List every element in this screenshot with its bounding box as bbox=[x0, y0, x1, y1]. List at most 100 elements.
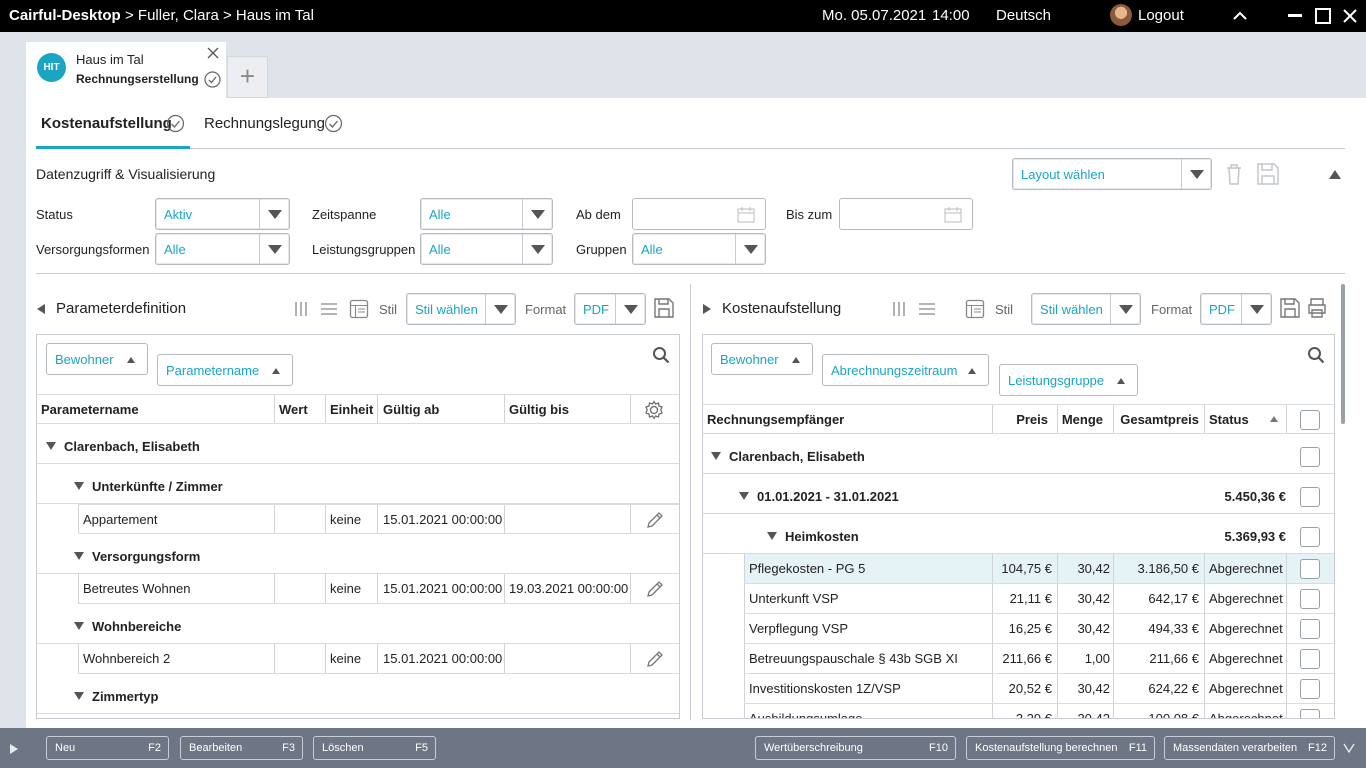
new-button[interactable]: Neu F2 bbox=[46, 736, 169, 760]
left-stil-select[interactable]: Stil wählen bbox=[406, 293, 516, 325]
column-header-wert[interactable]: Wert bbox=[279, 395, 308, 423]
row-checkbox[interactable] bbox=[1300, 487, 1320, 507]
expand-caret-icon[interactable] bbox=[739, 492, 749, 500]
column-header-parametername[interactable]: Parametername bbox=[41, 395, 139, 423]
table-row[interactable]: Betreuungspauschale § 43b SGB XI 211,66 €… bbox=[744, 644, 1334, 674]
table-row[interactable]: Pflegekosten - PG 5 104,75 € 30,42 3.186,50… bbox=[744, 554, 1334, 584]
style-layout-icon[interactable] bbox=[349, 299, 369, 319]
calculate-costs-button[interactable]: Kostenaufstellung berechnen F11 bbox=[966, 736, 1155, 760]
row-checkbox[interactable] bbox=[1300, 709, 1320, 718]
group-row-resident[interactable]: Clarenbach, Elisabeth bbox=[37, 429, 679, 464]
column-header-einheit[interactable]: Einheit bbox=[330, 395, 373, 423]
edit-button[interactable]: Bearbeiten F3 bbox=[180, 736, 303, 760]
collapse-left-icon[interactable] bbox=[36, 303, 46, 315]
status-select[interactable]: Aktiv bbox=[155, 198, 290, 230]
expand-right-icon[interactable] bbox=[702, 303, 712, 315]
table-row[interactable]: Ausbildungsumlage 3,29 € 30,42 100,08 € Abge… bbox=[744, 704, 1334, 718]
table-row[interactable]: Unterkunft VSP 21,11 € 30,42 642,17 € Abgere… bbox=[744, 584, 1334, 614]
layout-select[interactable]: Layout wählen bbox=[1012, 158, 1212, 190]
calendar-icon[interactable] bbox=[737, 207, 755, 223]
delete-button[interactable]: Löschen F5 bbox=[313, 736, 436, 760]
table-row[interactable]: Verpflegung VSP 16,25 € 30,42 494,33 € Abger… bbox=[744, 614, 1334, 644]
zeitspanne-select[interactable]: Alle bbox=[420, 198, 553, 230]
edit-pencil-icon[interactable] bbox=[646, 580, 664, 598]
bis-zum-date-input[interactable] bbox=[839, 198, 973, 230]
column-header-preis[interactable]: Preis bbox=[993, 405, 1048, 433]
value-override-button[interactable]: Wertüberschreibung F10 bbox=[755, 736, 956, 760]
expand-caret-icon[interactable] bbox=[74, 692, 84, 700]
expand-caret-icon[interactable] bbox=[74, 482, 84, 490]
table-row[interactable]: Betreutes Wohnen keine 15.01.2021 00:00:… bbox=[78, 574, 679, 604]
row-checkbox[interactable] bbox=[1300, 447, 1320, 467]
print-icon[interactable] bbox=[1306, 297, 1328, 319]
column-header-rechnungsempfaenger[interactable]: Rechnungsempfänger bbox=[707, 405, 844, 433]
calendar-icon[interactable] bbox=[944, 207, 962, 223]
expand-footer-icon[interactable] bbox=[10, 744, 19, 754]
right-format-select[interactable]: PDF bbox=[1200, 293, 1272, 325]
language-selector[interactable]: Deutsch bbox=[996, 7, 1051, 24]
search-icon[interactable] bbox=[1307, 346, 1325, 364]
leistungsgruppen-select[interactable]: Alle bbox=[420, 233, 553, 265]
style-layout-icon[interactable] bbox=[965, 299, 985, 319]
row-checkbox[interactable] bbox=[1300, 649, 1320, 669]
table-row[interactable]: Appartement keine 15.01.2021 00:00:00 bbox=[78, 504, 679, 534]
row-checkbox[interactable] bbox=[1300, 589, 1320, 609]
columns-icon[interactable] bbox=[294, 301, 308, 317]
bulk-process-button[interactable]: Massendaten verarbeiten F12 bbox=[1164, 736, 1335, 760]
export-save-icon[interactable] bbox=[653, 297, 675, 319]
search-icon[interactable] bbox=[652, 346, 670, 364]
group-row[interactable]: Versorgungsform bbox=[37, 539, 679, 574]
rows-icon[interactable] bbox=[918, 302, 936, 316]
columns-icon[interactable] bbox=[892, 301, 906, 317]
row-checkbox[interactable] bbox=[1300, 559, 1320, 579]
row-checkbox[interactable] bbox=[1300, 679, 1320, 699]
maximize-icon[interactable] bbox=[1315, 8, 1331, 24]
vertical-scrollbar[interactable] bbox=[1341, 284, 1345, 424]
step-tab-kostenaufstellung[interactable]: Kostenaufstellung bbox=[41, 115, 172, 132]
logout-button[interactable]: Logout bbox=[1138, 7, 1184, 24]
collapse-up-icon[interactable] bbox=[1232, 10, 1248, 22]
column-header-menge[interactable]: Menge bbox=[1058, 405, 1103, 433]
ab-dem-date-input[interactable] bbox=[632, 198, 766, 230]
trash-icon[interactable] bbox=[1224, 162, 1244, 186]
group-chip-bewohner[interactable]: Bewohner bbox=[711, 343, 813, 375]
settings-gear-icon[interactable] bbox=[644, 400, 664, 420]
left-format-select[interactable]: PDF bbox=[574, 293, 646, 325]
expand-caret-icon[interactable] bbox=[74, 552, 84, 560]
table-row[interactable]: Wohnbereich 2 keine 15.01.2021 00:00:00 bbox=[78, 644, 679, 674]
group-row-resident[interactable]: Clarenbach, Elisabeth bbox=[703, 439, 1334, 474]
step-tab-rechnungslegung[interactable]: Rechnungslegung bbox=[204, 115, 325, 132]
gruppen-select[interactable]: Alle bbox=[632, 233, 766, 265]
group-chip-abrechnungszeitraum[interactable]: Abrechnungszeitraum bbox=[822, 354, 989, 386]
group-row[interactable]: Zimmertyp bbox=[37, 679, 679, 714]
column-header-gueltig-ab[interactable]: Gültig ab bbox=[383, 395, 439, 423]
select-all-checkbox[interactable] bbox=[1300, 410, 1320, 430]
group-row-period[interactable]: 01.01.2021 - 31.01.2021 5.450,36 € bbox=[703, 479, 1334, 514]
rows-icon[interactable] bbox=[320, 302, 338, 316]
document-tab[interactable]: HIT Haus im Tal Rechnungserstellung bbox=[26, 42, 226, 98]
edit-pencil-icon[interactable] bbox=[646, 511, 664, 529]
versorgungsformen-select[interactable]: Alle bbox=[155, 233, 290, 265]
expand-caret-icon[interactable] bbox=[767, 532, 777, 540]
expand-caret-icon[interactable] bbox=[711, 452, 721, 460]
minimize-icon[interactable] bbox=[1288, 14, 1302, 18]
row-checkbox[interactable] bbox=[1300, 619, 1320, 639]
group-chip-bewohner[interactable]: Bewohner bbox=[46, 343, 148, 375]
column-header-status[interactable]: Status bbox=[1209, 405, 1249, 433]
group-chip-parametername[interactable]: Parametername bbox=[157, 354, 293, 386]
row-checkbox[interactable] bbox=[1300, 527, 1320, 547]
add-tab-button[interactable]: + bbox=[227, 56, 268, 98]
table-row[interactable]: Investitionskosten 1Z/VSP 20,52 € 30,42 624… bbox=[744, 674, 1334, 704]
export-save-icon[interactable] bbox=[1279, 297, 1301, 319]
panel-splitter[interactable] bbox=[690, 284, 691, 720]
close-window-icon[interactable] bbox=[1342, 8, 1358, 24]
breadcrumb[interactable]: > Fuller, Clara > Haus im Tal bbox=[125, 7, 314, 24]
group-row[interactable]: Unterkünfte / Zimmer bbox=[37, 469, 679, 504]
column-header-gesamtpreis[interactable]: Gesamtpreis bbox=[1114, 405, 1199, 433]
expand-caret-icon[interactable] bbox=[46, 442, 56, 450]
footer-menu-icon[interactable] bbox=[1343, 743, 1355, 753]
group-row[interactable]: Wohnbereiche bbox=[37, 609, 679, 644]
sort-asc-icon[interactable] bbox=[1270, 416, 1278, 423]
right-stil-select[interactable]: Stil wählen bbox=[1031, 293, 1141, 325]
edit-pencil-icon[interactable] bbox=[646, 650, 664, 668]
